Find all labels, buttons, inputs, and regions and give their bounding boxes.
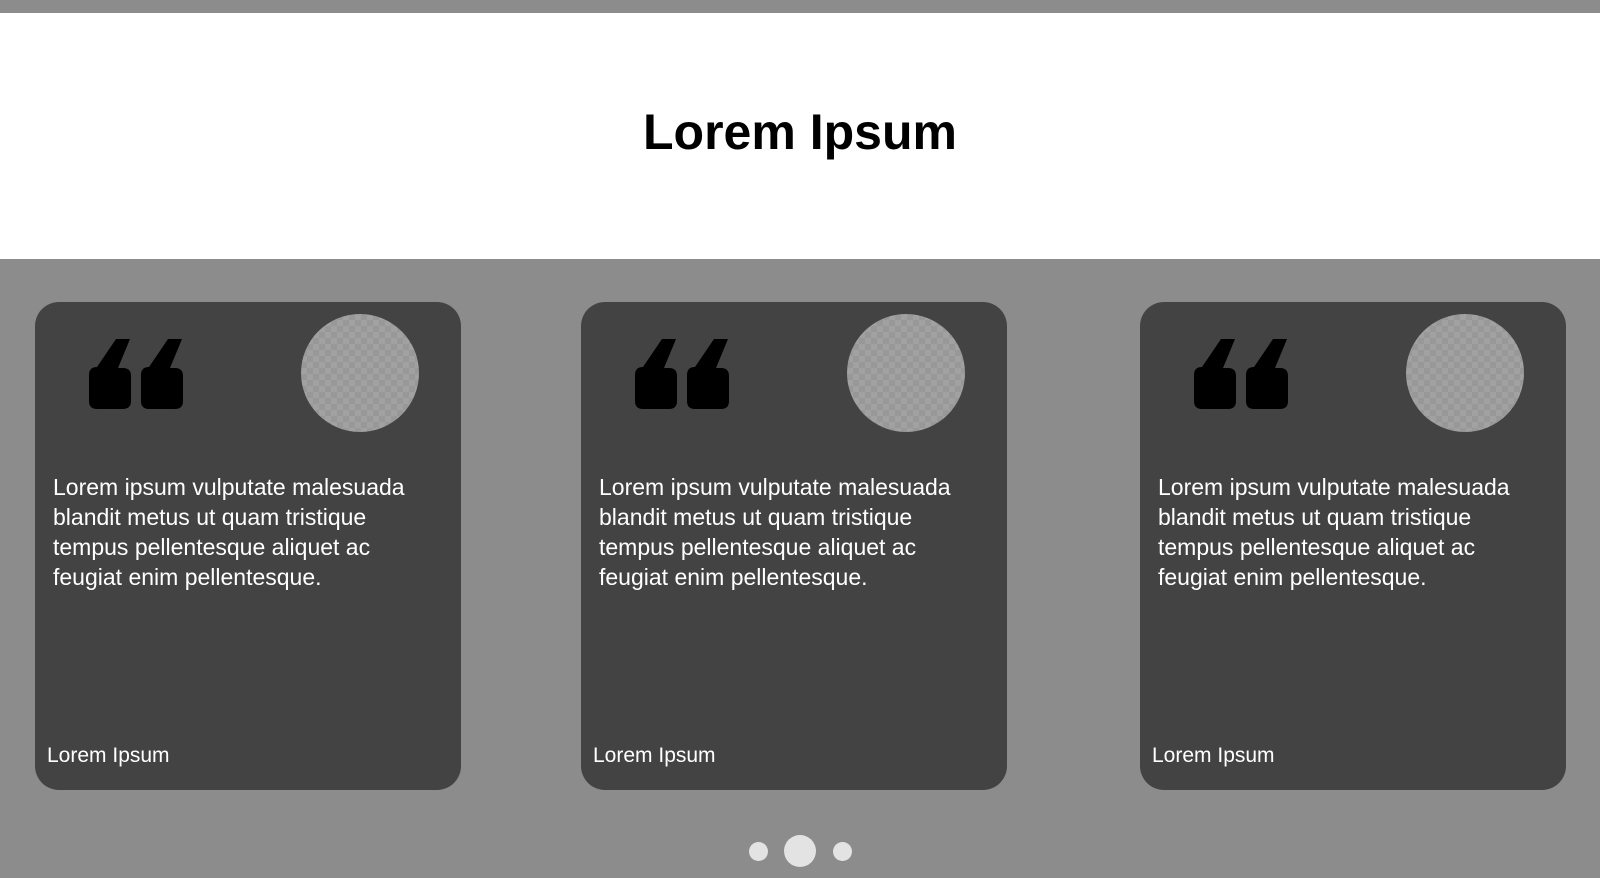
testimonial-text: Lorem ipsum vulputate malesuada blandit …	[599, 474, 951, 590]
pagination-dot-1[interactable]	[749, 842, 768, 861]
testimonial-author: Lorem Ipsum	[593, 744, 716, 767]
pagination-dot-3[interactable]	[833, 842, 852, 861]
avatar	[1406, 314, 1524, 432]
testimonial-author: Lorem Ipsum	[1152, 744, 1275, 767]
avatar	[301, 314, 419, 432]
page-title: Lorem Ipsum	[643, 104, 957, 160]
testimonial-card: Lorem ipsum vulputate malesuada blandit …	[581, 302, 1007, 790]
quote-icon	[89, 339, 183, 409]
header-section: Lorem Ipsum	[0, 13, 1600, 259]
testimonial-card: Lorem ipsum vulputate malesuada blandit …	[1140, 302, 1566, 790]
testimonial-card: Lorem ipsum vulputate malesuada blandit …	[35, 302, 461, 790]
pagination-dot-active[interactable]	[784, 835, 816, 867]
testimonial-author: Lorem Ipsum	[47, 744, 170, 767]
quote-icon	[635, 339, 729, 409]
avatar	[847, 314, 965, 432]
carousel-pagination	[0, 834, 1600, 868]
quote-icon	[1194, 339, 1288, 409]
testimonial-text: Lorem ipsum vulputate malesuada blandit …	[1158, 474, 1510, 590]
testimonial-text: Lorem ipsum vulputate malesuada blandit …	[53, 474, 405, 590]
top-bar	[0, 0, 1600, 13]
testimonials-section: Lorem ipsum vulputate malesuada blandit …	[0, 259, 1600, 878]
